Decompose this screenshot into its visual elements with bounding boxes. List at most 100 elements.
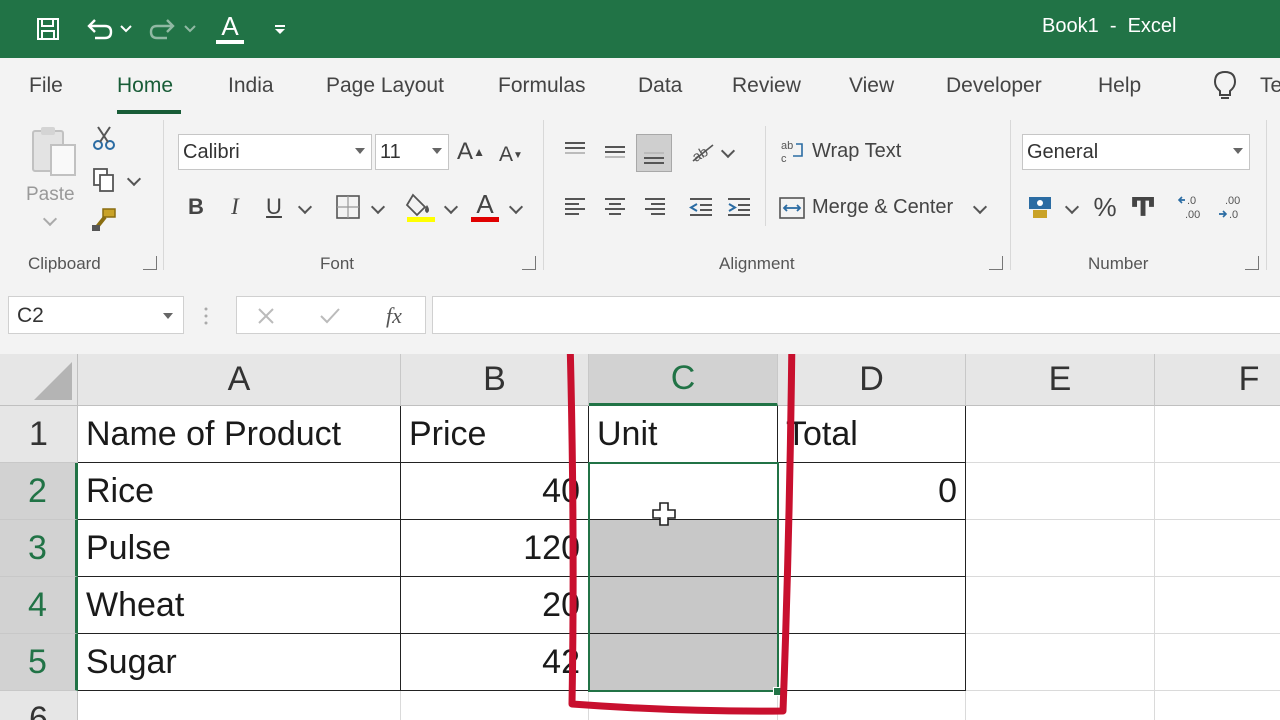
increase-font-size-icon[interactable]: A ▲ <box>456 134 486 170</box>
copy-dropdown-icon[interactable] <box>126 171 142 187</box>
accounting-dropdown-icon[interactable] <box>1064 199 1080 215</box>
decrease-font-size-icon[interactable]: A ▼ <box>496 138 526 172</box>
tab-india[interactable]: India <box>228 74 274 98</box>
fill-color-icon[interactable] <box>404 188 438 224</box>
middle-align-icon[interactable] <box>600 134 630 168</box>
alignment-group-label: Alignment <box>719 254 795 273</box>
merge-center-dropdown-icon[interactable] <box>972 199 988 215</box>
cancel-icon[interactable] <box>253 303 279 329</box>
align-left-icon[interactable] <box>560 190 590 224</box>
comma-style-button[interactable]: Ͳ <box>1130 190 1157 224</box>
borders-icon[interactable] <box>333 192 363 222</box>
top-align-icon[interactable] <box>560 134 590 168</box>
merge-center-icon[interactable] <box>778 194 806 222</box>
tab-file[interactable]: File <box>29 74 63 98</box>
group-separator <box>1010 120 1011 270</box>
tab-view[interactable]: View <box>849 74 894 98</box>
clipboard-launcher-icon[interactable] <box>143 256 157 270</box>
merge-center-button[interactable]: Merge & Center <box>812 196 953 219</box>
decrease-indent-icon[interactable] <box>686 190 716 224</box>
font-color-icon[interactable]: A <box>214 12 246 46</box>
font-color-bar <box>216 40 244 44</box>
paste-label[interactable]: Paste <box>26 184 75 206</box>
undo-icon[interactable] <box>84 12 114 46</box>
alignment-launcher-icon[interactable] <box>989 256 1003 270</box>
paste-dropdown-icon[interactable] <box>42 211 58 227</box>
svg-text:c: c <box>781 153 787 164</box>
decrease-decimal-icon[interactable]: .00.0 <box>1216 190 1250 224</box>
tab-data[interactable]: Data <box>638 74 682 98</box>
annotation-highlight <box>566 354 796 715</box>
paste-icon[interactable] <box>26 124 82 180</box>
cut-icon[interactable] <box>90 124 118 152</box>
align-center-icon[interactable] <box>600 190 630 224</box>
undo-dropdown-icon[interactable] <box>118 12 134 46</box>
svg-text:ab: ab <box>781 140 793 152</box>
wrap-text-button[interactable]: Wrap Text <box>812 140 901 163</box>
insert-function-button[interactable]: fx <box>379 301 409 331</box>
svg-text:ab: ab <box>689 143 711 165</box>
tab-review[interactable]: Review <box>732 74 801 98</box>
copy-icon[interactable] <box>90 166 118 194</box>
underline-button[interactable]: U <box>260 190 288 224</box>
orientation-icon[interactable]: ab <box>686 134 720 168</box>
number-group-label: Number <box>1088 254 1149 273</box>
redo-dropdown-icon[interactable] <box>182 12 198 46</box>
orientation-dropdown-icon[interactable] <box>720 143 736 159</box>
italic-button[interactable]: I <box>222 190 248 224</box>
redo-icon[interactable] <box>148 12 178 46</box>
worksheet-grid: A B C D E F 1 2 3 4 5 6 Name of Product … <box>0 354 1280 720</box>
font-name-value: Calibri <box>183 140 240 163</box>
fill-color-dropdown-icon[interactable] <box>443 199 459 215</box>
svg-text:.0: .0 <box>1229 209 1238 221</box>
increase-decimal-icon[interactable]: .0.00 <box>1176 190 1210 224</box>
enter-icon[interactable] <box>317 303 343 329</box>
tab-home[interactable]: Home <box>117 74 173 98</box>
tab-help[interactable]: Help <box>1098 74 1141 98</box>
tab-page-layout[interactable]: Page Layout <box>326 74 444 98</box>
number-launcher-icon[interactable] <box>1245 256 1259 270</box>
lightbulb-icon[interactable] <box>1212 70 1238 106</box>
active-tab-indicator <box>117 110 181 114</box>
bold-button[interactable]: B <box>182 190 210 224</box>
font-launcher-icon[interactable] <box>522 256 536 270</box>
customize-icon[interactable] <box>270 12 290 46</box>
format-painter-icon[interactable] <box>90 206 118 234</box>
align-right-icon[interactable] <box>640 190 670 224</box>
svg-text:.00: .00 <box>1225 195 1240 207</box>
text-color-icon[interactable]: A <box>468 188 502 224</box>
formula-buttons: fx <box>236 296 426 334</box>
borders-dropdown-icon[interactable] <box>370 199 386 215</box>
chevron-down-icon <box>355 148 365 154</box>
group-separator <box>543 120 544 270</box>
chevron-down-icon <box>1233 148 1243 154</box>
increase-indent-icon[interactable] <box>724 190 754 224</box>
percent-style-button[interactable]: % <box>1090 190 1120 224</box>
tab-tell-me[interactable]: Te <box>1260 74 1280 98</box>
accounting-format-icon[interactable] <box>1026 192 1056 222</box>
name-box[interactable]: C2 <box>8 296 184 334</box>
title-bar: A Book1 - Excel <box>0 0 1280 58</box>
formula-bar-splitter[interactable] <box>204 306 208 326</box>
bottom-align-icon[interactable] <box>636 134 672 172</box>
name-box-value: C2 <box>17 304 44 327</box>
ribbon: Paste Clipboard Calibri 11 A ▲ A ▼ B I U A… <box>0 116 1280 276</box>
font-size-dropdown[interactable]: 11 <box>375 134 449 170</box>
underline-dropdown-icon[interactable] <box>297 199 313 215</box>
group-separator <box>1266 120 1267 270</box>
ribbon-tabs: File Home India Page Layout Formulas Dat… <box>0 58 1280 116</box>
chevron-down-icon <box>163 313 173 319</box>
font-name-dropdown[interactable]: Calibri <box>178 134 372 170</box>
tab-developer[interactable]: Developer <box>946 74 1042 98</box>
tab-formulas[interactable]: Formulas <box>498 74 586 98</box>
chevron-down-icon <box>432 148 442 154</box>
formula-input[interactable] <box>432 296 1280 334</box>
font-size-value: 11 <box>380 140 401 163</box>
clipboard-group-label: Clipboard <box>28 254 101 273</box>
text-color-dropdown-icon[interactable] <box>508 199 524 215</box>
save-icon[interactable] <box>34 12 62 46</box>
number-format-dropdown[interactable]: General <box>1022 134 1250 170</box>
wrap-text-icon[interactable]: ab c <box>780 136 806 166</box>
group-separator <box>163 120 164 270</box>
font-group-label: Font <box>320 254 355 273</box>
